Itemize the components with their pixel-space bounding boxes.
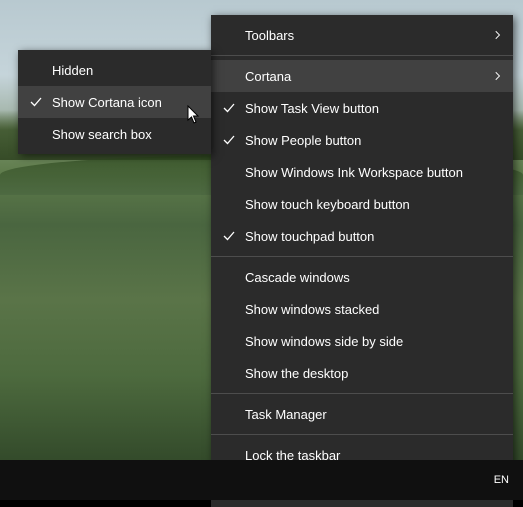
- menu-label: Show search box: [52, 127, 199, 142]
- menu-label: Show windows stacked: [245, 302, 501, 317]
- separator: [211, 256, 513, 257]
- menu-label: Show the desktop: [245, 366, 501, 381]
- menu-item-toolbars[interactable]: Toolbars: [211, 19, 513, 51]
- chevron-right-icon: [491, 28, 501, 43]
- check-icon: [26, 96, 46, 108]
- menu-label: Show People button: [245, 133, 501, 148]
- cortana-submenu: Hidden Show Cortana icon Show search box: [18, 50, 211, 154]
- menu-label: Show Cortana icon: [52, 95, 199, 110]
- taskbar-context-menu: Toolbars Cortana Show Task View button S…: [211, 15, 513, 507]
- check-icon: [219, 102, 239, 114]
- language-indicator[interactable]: EN: [488, 474, 515, 486]
- submenu-item-show-search-box[interactable]: Show search box: [18, 118, 211, 150]
- taskbar[interactable]: EN: [0, 460, 523, 500]
- menu-item-show-ink[interactable]: Show Windows Ink Workspace button: [211, 156, 513, 188]
- check-icon: [219, 230, 239, 242]
- separator: [211, 55, 513, 56]
- menu-item-side-by-side[interactable]: Show windows side by side: [211, 325, 513, 357]
- menu-label: Cortana: [245, 69, 491, 84]
- menu-label: Show windows side by side: [245, 334, 501, 349]
- submenu-item-show-cortana-icon[interactable]: Show Cortana icon: [18, 86, 211, 118]
- menu-item-show-people[interactable]: Show People button: [211, 124, 513, 156]
- menu-label: Hidden: [52, 63, 199, 78]
- menu-label: Show touch keyboard button: [245, 197, 501, 212]
- separator: [211, 434, 513, 435]
- menu-item-show-touchpad[interactable]: Show touchpad button: [211, 220, 513, 252]
- menu-label: Task Manager: [245, 407, 501, 422]
- menu-item-task-manager[interactable]: Task Manager: [211, 398, 513, 430]
- menu-item-show-touch-keyboard[interactable]: Show touch keyboard button: [211, 188, 513, 220]
- separator: [211, 393, 513, 394]
- menu-label: Show Task View button: [245, 101, 501, 116]
- menu-item-cascade[interactable]: Cascade windows: [211, 261, 513, 293]
- menu-label: Toolbars: [245, 28, 491, 43]
- menu-label: Show Windows Ink Workspace button: [245, 165, 501, 180]
- menu-item-show-task-view[interactable]: Show Task View button: [211, 92, 513, 124]
- menu-item-cortana[interactable]: Cortana: [211, 60, 513, 92]
- menu-item-stacked[interactable]: Show windows stacked: [211, 293, 513, 325]
- chevron-right-icon: [491, 69, 501, 84]
- check-icon: [219, 134, 239, 146]
- menu-label: Show touchpad button: [245, 229, 501, 244]
- menu-item-show-desktop[interactable]: Show the desktop: [211, 357, 513, 389]
- menu-label: Cascade windows: [245, 270, 501, 285]
- submenu-item-hidden[interactable]: Hidden: [18, 54, 211, 86]
